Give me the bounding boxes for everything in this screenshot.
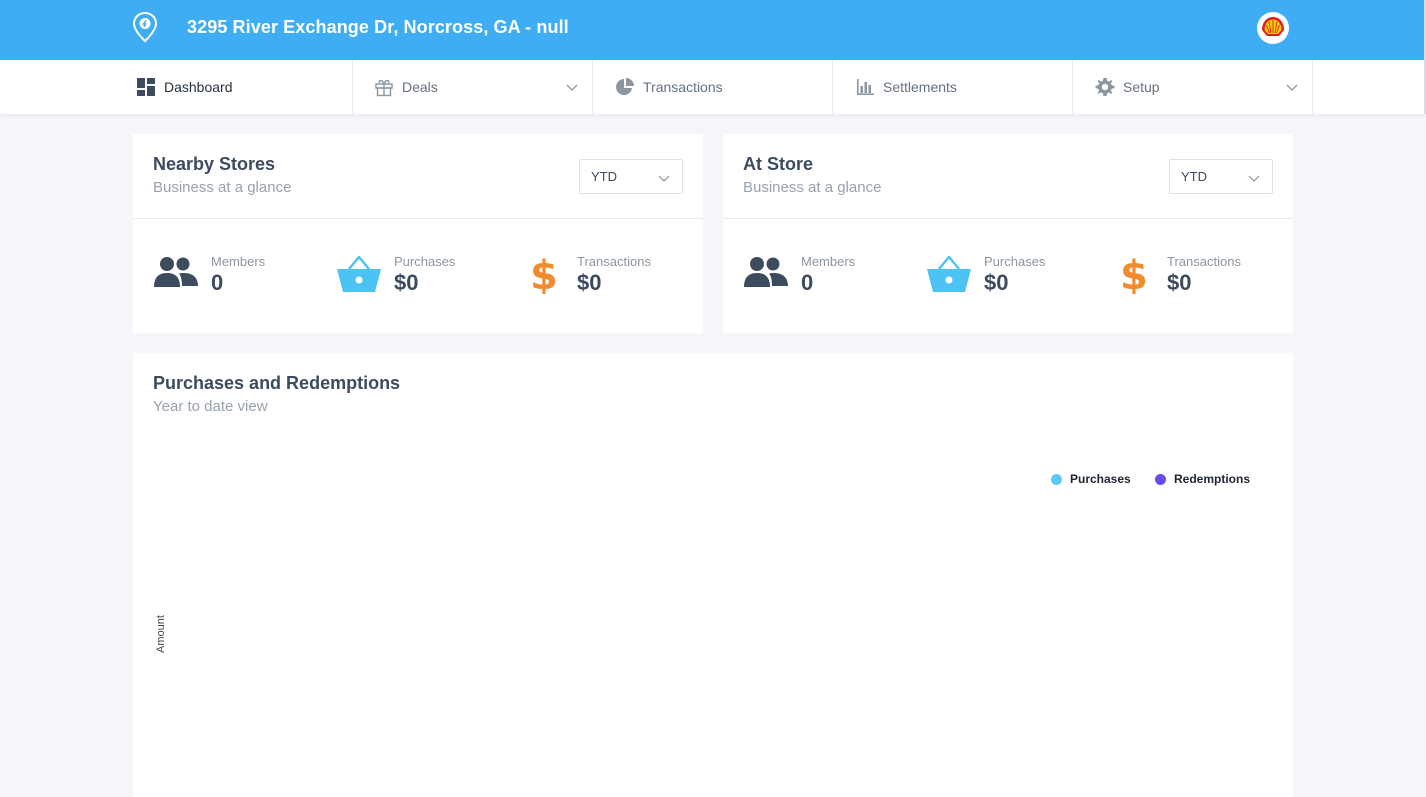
chevron-down-icon — [1248, 175, 1260, 182]
chevron-down-icon[interactable] — [566, 81, 578, 93]
dashboard-icon — [137, 78, 155, 96]
chart-card-subtitle: Year to date view — [153, 398, 268, 415]
legend-item-purchases[interactable]: Purchases — [1051, 472, 1131, 486]
bar-chart-icon — [857, 79, 874, 95]
period-select-value: YTD — [1181, 169, 1207, 184]
card-divider — [133, 218, 703, 219]
nearby-stores-card: Nearby Stores Business at a glance YTD M… — [133, 134, 703, 333]
stat-value: $0 — [1167, 270, 1192, 295]
legend-dot-redemptions — [1155, 473, 1166, 485]
y-axis-label: Amount — [155, 615, 167, 653]
legend-dot-purchases — [1051, 473, 1062, 485]
chart-card-title: Purchases and Redemptions — [153, 373, 401, 393]
period-select[interactable]: YTD — [1169, 159, 1273, 194]
basket-icon — [337, 255, 381, 292]
shell-logo[interactable] — [1257, 12, 1289, 44]
main-nav: Dashboard Deals Transactions Settlements — [0, 60, 1426, 114]
stat-value: $0 — [394, 270, 419, 295]
nav-item-deals[interactable]: Deals — [353, 60, 593, 114]
users-icon — [744, 257, 788, 287]
top-bar: 3295 River Exchange Dr, Norcross, GA - n… — [0, 0, 1426, 60]
stat-value: 0 — [211, 270, 224, 295]
map-pin-icon — [132, 11, 158, 43]
card-title: Nearby Stores — [153, 154, 276, 174]
period-select[interactable]: YTD — [579, 159, 683, 194]
chevron-down-icon — [658, 175, 670, 182]
purchases-redemptions-card: Purchases and Redemptions Year to date v… — [133, 353, 1293, 797]
stat-label: Transactions — [1167, 254, 1241, 269]
pie-chart-icon — [616, 78, 634, 95]
users-icon — [154, 257, 198, 287]
stat-value: $0 — [984, 270, 1009, 295]
dollar-icon: $ — [1120, 254, 1148, 294]
card-title: At Store — [743, 154, 814, 174]
page-title: 3295 River Exchange Dr, Norcross, GA - n… — [187, 17, 569, 37]
at-store-card: At Store Business at a glance YTD Member… — [723, 134, 1293, 333]
basket-icon — [927, 255, 971, 292]
nav-label-deals: Deals — [402, 79, 438, 95]
nav-item-settlements[interactable]: Settlements — [833, 60, 1073, 114]
stat-value: $0 — [577, 270, 602, 295]
dollar-icon: $ — [530, 254, 558, 294]
nav-label-dashboard: Dashboard — [164, 79, 233, 95]
card-subtitle: Business at a glance — [153, 179, 292, 196]
svg-text:$: $ — [1120, 254, 1148, 294]
nav-label-transactions: Transactions — [643, 79, 723, 95]
svg-text:$: $ — [530, 254, 558, 294]
period-select-value: YTD — [591, 169, 617, 184]
stat-label: Transactions — [577, 254, 651, 269]
stat-value: 0 — [801, 270, 814, 295]
nav-label-settlements: Settlements — [883, 79, 957, 95]
stat-label: Members — [211, 254, 266, 269]
gear-icon — [1095, 78, 1115, 96]
nav-item-setup[interactable]: Setup — [1073, 60, 1313, 114]
chart-plot-area — [173, 503, 1273, 793]
stat-label: Purchases — [394, 254, 456, 269]
stat-label: Members — [801, 254, 856, 269]
card-divider — [723, 218, 1293, 219]
stat-label: Purchases — [984, 254, 1046, 269]
legend-label: Redemptions — [1174, 472, 1251, 486]
nav-item-dashboard[interactable]: Dashboard — [136, 60, 353, 114]
card-subtitle: Business at a glance — [743, 179, 882, 196]
nav-label-setup: Setup — [1123, 79, 1160, 95]
chevron-down-icon[interactable] — [1286, 81, 1298, 93]
nav-item-transactions[interactable]: Transactions — [593, 60, 833, 114]
legend-item-redemptions[interactable]: Redemptions — [1155, 472, 1250, 486]
legend-label: Purchases — [1070, 472, 1131, 486]
gift-icon — [375, 79, 393, 97]
